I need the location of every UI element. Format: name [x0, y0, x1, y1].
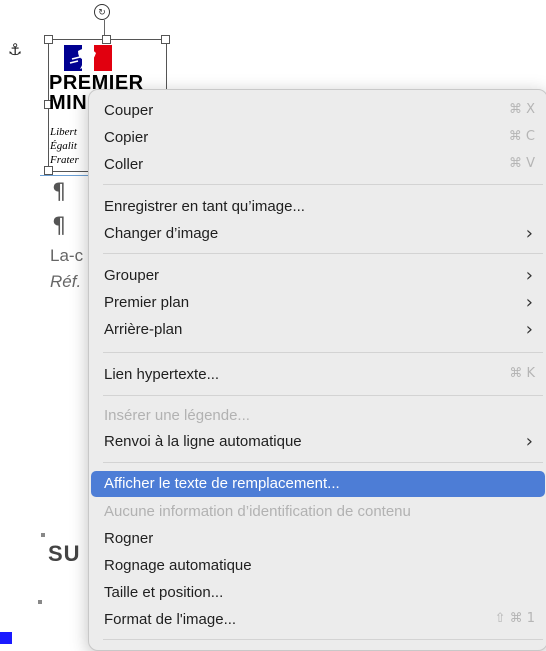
- list-marker: [41, 533, 45, 537]
- corner-marker: [0, 632, 12, 644]
- menu-item-label: Aucune information d’identification de c…: [104, 503, 411, 520]
- menu-separator: [103, 395, 543, 396]
- doc-text-ref: Réf.: [50, 272, 82, 291]
- paragraph-mark-1: ¶: [52, 180, 66, 205]
- menu-item-couper[interactable]: Couper ⌘ X: [91, 98, 545, 124]
- menu-separator: [103, 462, 543, 463]
- menu-item-label: Premier plan: [104, 294, 190, 311]
- resize-handle-bottom-left[interactable]: [44, 166, 53, 175]
- shortcut-label: ⌘ V: [508, 156, 535, 171]
- menu-item-enregistrer-image[interactable]: Enregistrer en tant qu’image...: [91, 194, 545, 220]
- menu-item-label: Grouper: [104, 267, 160, 284]
- shortcut-label: ⌘ K: [509, 366, 535, 381]
- menu-item-afficher-texte-remplacement[interactable]: Afficher le texte de remplacement...: [91, 471, 545, 497]
- chevron-right-icon: ›: [525, 431, 533, 452]
- menu-item-label: Couper: [104, 102, 154, 119]
- menu-item-label: Format de l'image...: [104, 611, 237, 628]
- menu-item-label: Taille et position...: [104, 584, 224, 601]
- anchor-icon: ⚓: [8, 42, 23, 59]
- menu-separator: [103, 352, 543, 353]
- resize-handle-top[interactable]: [102, 35, 111, 44]
- marianne-logo-icon: [64, 45, 112, 71]
- list-marker: [38, 600, 42, 604]
- menu-item-rognage-automatique[interactable]: Rognage automatique: [91, 553, 545, 579]
- menu-item-label: Renvoi à la ligne automatique: [104, 433, 302, 450]
- menu-separator: [103, 253, 543, 254]
- menu-item-premier-plan[interactable]: Premier plan ›: [91, 290, 545, 316]
- rotate-handle-icon[interactable]: ↻: [94, 4, 110, 20]
- menu-item-label: Rogner: [104, 530, 154, 547]
- menu-item-rogner[interactable]: Rogner: [91, 526, 545, 552]
- resize-handle-top-right[interactable]: [161, 35, 170, 44]
- context-menu: Couper ⌘ X Copier ⌘ C Coller ⌘ V Enregis…: [88, 89, 546, 651]
- menu-item-renvoi-ligne[interactable]: Renvoi à la ligne automatique ›: [91, 429, 545, 455]
- doc-heading: SU: [48, 541, 81, 566]
- chevron-right-icon: ›: [525, 292, 533, 313]
- resize-handle-top-left[interactable]: [44, 35, 53, 44]
- paragraph-mark-2: ¶: [52, 214, 66, 239]
- logo-motto-line3: Frater: [50, 154, 79, 166]
- menu-item-aucune-information: Aucune information d’identification de c…: [91, 499, 545, 525]
- shortcut-label: ⇧ ⌘ 1: [494, 611, 535, 626]
- menu-item-taille-position[interactable]: Taille et position...: [91, 580, 545, 606]
- menu-item-copier[interactable]: Copier ⌘ C: [91, 125, 545, 151]
- menu-item-label: Insérer une légende...: [104, 407, 250, 424]
- menu-item-grouper[interactable]: Grouper ›: [91, 263, 545, 289]
- menu-item-label: Enregistrer en tant qu’image...: [104, 198, 305, 215]
- menu-item-arriere-plan[interactable]: Arrière-plan ›: [91, 317, 545, 343]
- menu-item-inserer-legende: Insérer une légende...: [91, 403, 545, 429]
- shortcut-label: ⌘ X: [508, 102, 535, 117]
- menu-separator: [103, 184, 543, 185]
- menu-item-changer-image[interactable]: Changer d’image ›: [91, 221, 545, 247]
- menu-item-label: Rognage automatique: [104, 557, 252, 574]
- logo-motto-line2: Égalit: [50, 140, 77, 152]
- menu-item-format-image[interactable]: Format de l'image... ⇧ ⌘ 1: [91, 607, 545, 633]
- menu-item-coller[interactable]: Coller ⌘ V: [91, 152, 545, 178]
- chevron-right-icon: ›: [525, 265, 533, 286]
- menu-item-label: Lien hypertexte...: [104, 366, 220, 383]
- chevron-right-icon: ›: [525, 319, 533, 340]
- menu-item-label: Copier: [104, 129, 149, 146]
- menu-item-label: Arrière-plan: [104, 321, 183, 338]
- logo-motto-line1: Libert: [50, 126, 77, 138]
- menu-item-label: Coller: [104, 156, 144, 173]
- menu-item-label: Afficher le texte de remplacement...: [104, 475, 340, 492]
- menu-item-lien-hypertexte[interactable]: Lien hypertexte... ⌘ K: [91, 362, 545, 388]
- shortcut-label: ⌘ C: [508, 129, 535, 144]
- menu-item-label: Changer d’image: [104, 225, 219, 242]
- doc-text-la: La-c: [50, 246, 84, 265]
- logo-title-line2: MIN: [49, 92, 88, 114]
- chevron-right-icon: ›: [525, 223, 533, 244]
- menu-separator: [103, 639, 543, 640]
